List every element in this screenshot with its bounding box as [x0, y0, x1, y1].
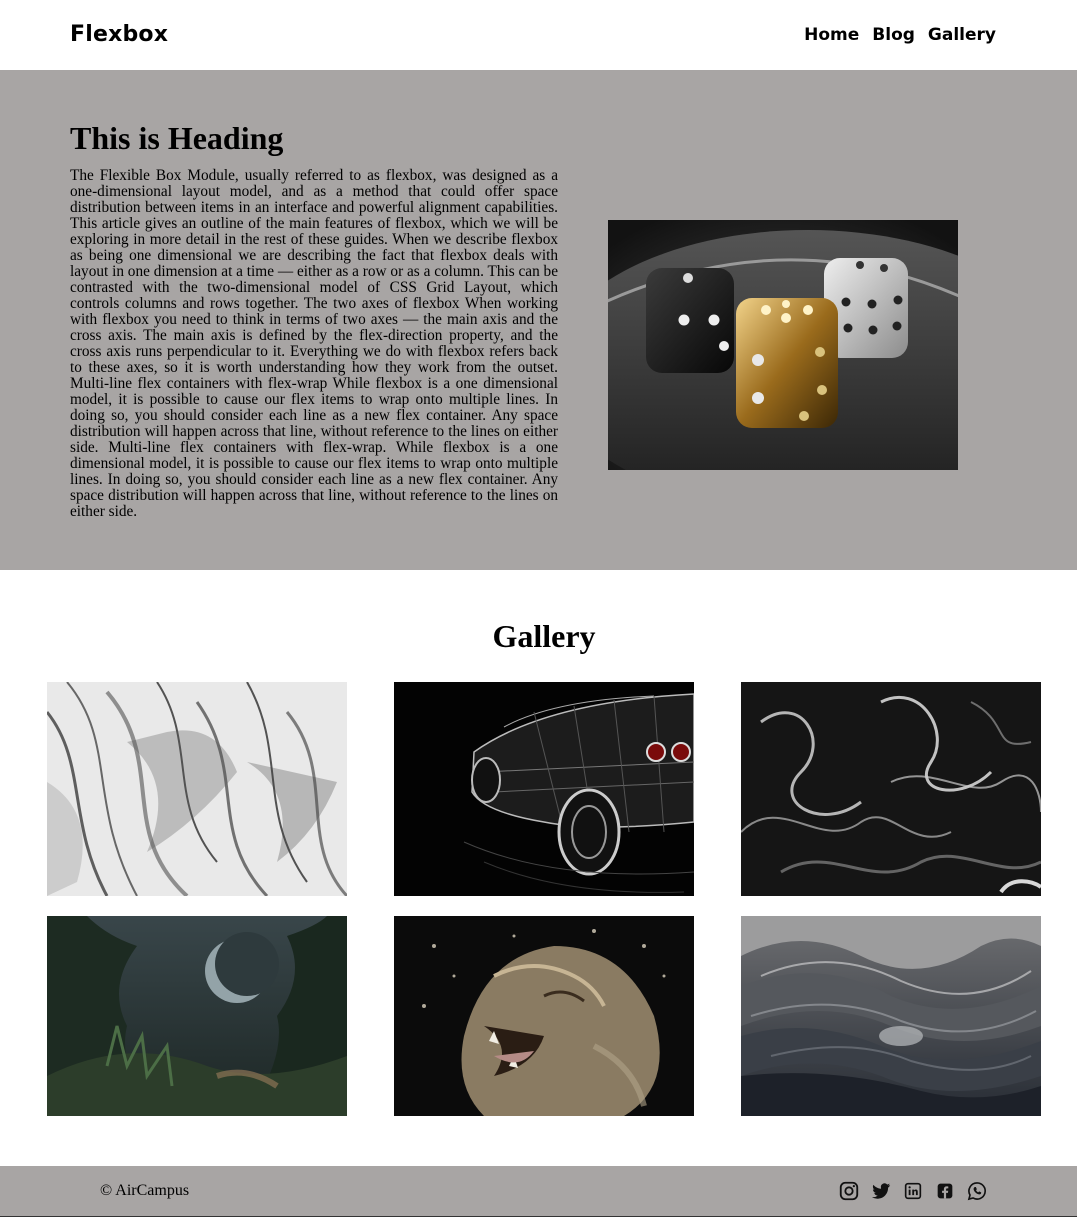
brand-logo[interactable]: Flexbox	[70, 21, 168, 49]
site-header: Flexbox Home Blog Gallery	[0, 0, 1077, 70]
whatsapp-icon[interactable]	[966, 1180, 988, 1202]
hero-paragraph: The Flexible Box Module, usually referre…	[70, 167, 558, 520]
social-links	[838, 1180, 988, 1202]
gallery-title: Gallery	[492, 618, 596, 654]
storm-clouds-image[interactable]	[741, 916, 1041, 1116]
nav-blog-link[interactable]: Blog	[872, 23, 915, 47]
nav-home-link[interactable]: Home	[804, 23, 859, 47]
abstract-silk-image[interactable]	[47, 682, 347, 896]
hero-section: This is Heading The Flexible Box Module,…	[0, 70, 1077, 570]
main-nav: Home Blog Gallery	[804, 23, 996, 47]
linkedin-icon[interactable]	[902, 1180, 924, 1202]
nav-gallery-link[interactable]: Gallery	[928, 23, 996, 47]
instagram-icon[interactable]	[838, 1180, 860, 1202]
dice-image	[608, 220, 958, 470]
wireframe-car-image[interactable]	[394, 682, 694, 896]
smoke-image[interactable]	[741, 682, 1041, 896]
lion-splash-image[interactable]	[394, 916, 694, 1116]
hero-heading: This is Heading	[70, 120, 284, 156]
copyright-text: © AirCampus	[100, 1182, 190, 1199]
site-footer: © AirCampus	[0, 1166, 1077, 1217]
facebook-icon[interactable]	[934, 1180, 956, 1202]
twitter-icon[interactable]	[870, 1180, 892, 1202]
forest-moon-image[interactable]	[47, 916, 347, 1116]
